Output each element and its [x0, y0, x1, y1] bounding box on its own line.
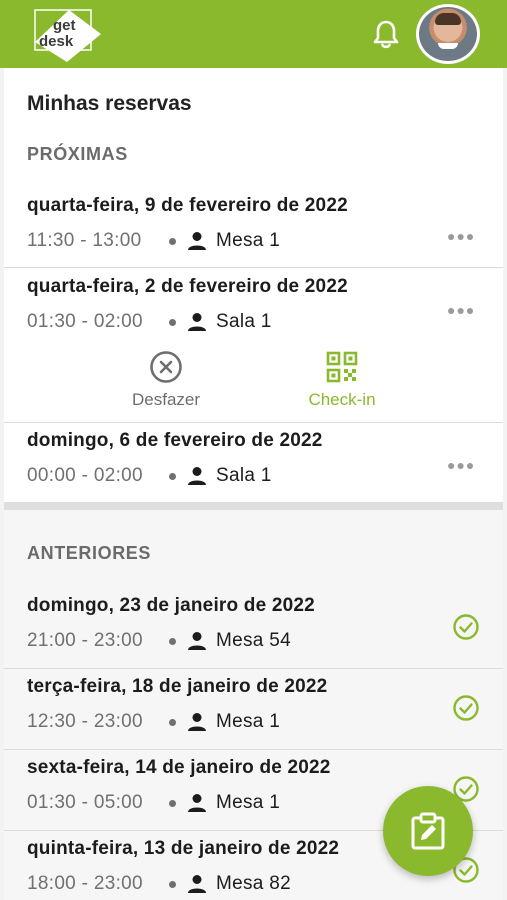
reservation-place: Sala 1 — [216, 465, 272, 486]
undo-button[interactable]: Desfazer — [106, 350, 226, 410]
reservation-time: 21:00 - 23:00 — [27, 630, 143, 651]
more-options-icon[interactable]: ●●● — [447, 228, 477, 244]
bell-icon[interactable] — [370, 18, 402, 50]
new-reservation-button[interactable] — [383, 786, 473, 876]
close-circle-icon — [150, 351, 182, 383]
separator-dot — [169, 473, 176, 480]
reservation-date: domingo, 6 de fevereiro de 2022 — [27, 430, 323, 451]
reservation-time: 01:30 - 02:00 — [27, 311, 143, 332]
reservation-item[interactable]: domingo, 23 de janeiro de 2022 21:00 - 2… — [4, 588, 503, 668]
qr-code-icon — [326, 351, 358, 383]
reservation-item[interactable]: quarta-feira, 2 de fevereiro de 2022 01:… — [4, 268, 503, 350]
svg-text:desk: desk — [39, 33, 74, 50]
reservation-time: 00:00 - 02:00 — [27, 465, 143, 486]
checkin-label: Check-in — [308, 390, 376, 409]
more-options-icon[interactable]: ●●● — [447, 302, 477, 318]
upcoming-reservations-panel: Minhas reservas PRÓXIMAS quarta-feira, 9… — [4, 68, 503, 502]
checkin-button[interactable]: Check-in — [282, 350, 402, 410]
reservation-place: Mesa 82 — [216, 873, 291, 894]
app-header: get desk — [0, 0, 507, 68]
person-icon — [188, 467, 206, 485]
separator-dot — [169, 238, 176, 245]
reservation-time: 18:00 - 23:00 — [27, 873, 143, 894]
reservation-item[interactable]: domingo, 6 de fevereiro de 2022 00:00 - … — [4, 423, 503, 502]
more-options-icon[interactable]: ●●● — [447, 457, 477, 473]
check-circle-icon — [453, 695, 479, 721]
section-title-upcoming: PRÓXIMAS — [27, 144, 128, 164]
reservation-time: 11:30 - 13:00 — [27, 230, 142, 251]
person-icon — [188, 794, 206, 812]
reservation-place: Mesa 1 — [216, 792, 281, 813]
reservation-place: Mesa 1 — [216, 711, 281, 732]
separator-dot — [169, 719, 176, 726]
reservation-place: Mesa 54 — [216, 630, 291, 651]
reservation-place: Mesa 1 — [216, 230, 281, 251]
reservation-time: 12:30 - 23:00 — [27, 711, 143, 732]
separator-dot — [169, 800, 176, 807]
person-icon — [188, 313, 206, 331]
reservation-date: terça-feira, 18 de janeiro de 2022 — [27, 676, 328, 697]
avatar-photo — [419, 7, 477, 61]
user-avatar[interactable] — [416, 4, 480, 64]
section-divider — [4, 502, 503, 510]
person-icon — [188, 875, 206, 893]
getdesk-logo[interactable]: get desk — [33, 8, 103, 64]
reservation-place: Sala 1 — [216, 311, 272, 332]
reservation-actions: Desfazer Check-in — [4, 350, 503, 420]
person-icon — [188, 232, 206, 250]
reservation-date: quarta-feira, 9 de fevereiro de 2022 — [27, 195, 348, 216]
reservation-item[interactable]: quarta-feira, 9 de fevereiro de 2022 11:… — [4, 190, 503, 267]
undo-label: Desfazer — [131, 390, 201, 409]
check-circle-icon — [453, 614, 479, 640]
section-title-past: ANTERIORES — [27, 543, 152, 563]
separator-dot — [169, 319, 176, 326]
reservation-date: domingo, 23 de janeiro de 2022 — [27, 595, 315, 616]
reservation-time: 01:30 - 05:00 — [27, 792, 143, 813]
edit-clipboard-icon — [411, 812, 445, 850]
reservation-date: quinta-feira, 13 de janeiro de 2022 — [27, 838, 340, 859]
separator-dot — [169, 881, 176, 888]
reservation-date: quarta-feira, 2 de fevereiro de 2022 — [27, 276, 348, 297]
svg-text:get: get — [53, 17, 76, 34]
page-title: Minhas reservas — [27, 92, 192, 115]
person-icon — [188, 713, 206, 731]
reservation-date: sexta-feira, 14 de janeiro de 2022 — [27, 757, 331, 778]
reservation-item[interactable]: terça-feira, 18 de janeiro de 2022 12:30… — [4, 669, 503, 749]
separator-dot — [169, 638, 176, 645]
person-icon — [188, 632, 206, 650]
